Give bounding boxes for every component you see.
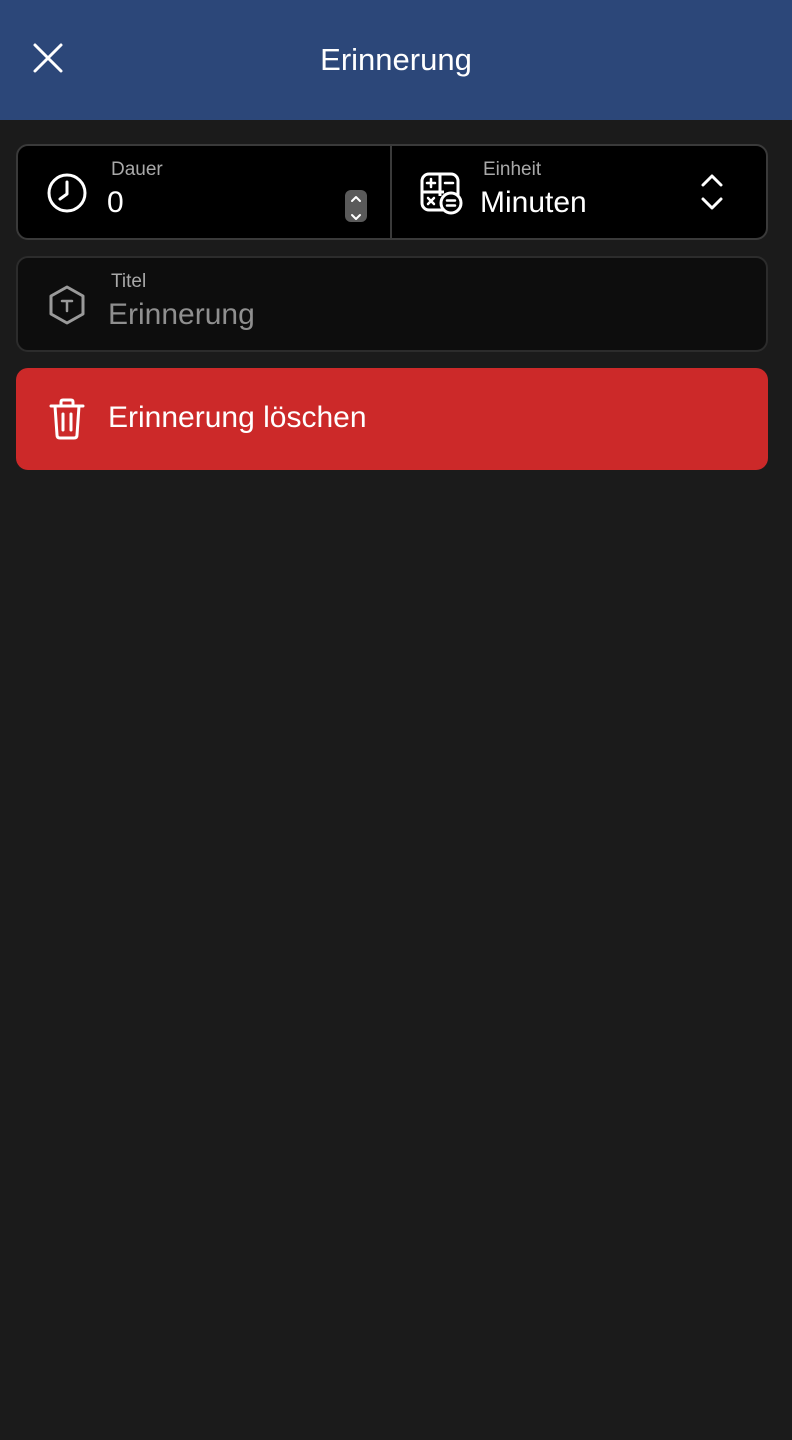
calculator-icon xyxy=(418,170,464,216)
stepper-up-icon[interactable] xyxy=(350,190,362,208)
unit-value: Minuten xyxy=(480,186,587,219)
app-header: Erinnerung xyxy=(0,0,792,120)
title-label: Titel xyxy=(111,271,147,292)
duration-label: Dauer xyxy=(111,159,163,180)
delete-reminder-button[interactable]: Erinnerung löschen xyxy=(16,368,768,470)
page-title: Erinnerung xyxy=(320,42,472,77)
stepper-down-icon[interactable] xyxy=(350,208,362,226)
title-input[interactable]: Erinnerung xyxy=(108,296,255,334)
unit-label: Einheit xyxy=(483,159,542,180)
duration-input[interactable]: 0 xyxy=(107,184,124,222)
chevron-up-down-icon[interactable] xyxy=(698,172,726,212)
delete-reminder-label: Erinnerung löschen xyxy=(108,401,367,434)
trash-icon xyxy=(46,397,88,441)
clock-icon xyxy=(46,172,88,214)
duration-field[interactable]: Dauer 0 xyxy=(18,146,392,238)
duration-stepper[interactable] xyxy=(345,190,367,222)
text-hexagon-icon xyxy=(46,284,88,326)
title-field[interactable]: Titel Erinnerung xyxy=(16,256,768,352)
duration-unit-row: Dauer 0 Einheit Minuten xyxy=(16,144,768,240)
unit-select[interactable]: Einheit Minuten xyxy=(392,146,766,238)
